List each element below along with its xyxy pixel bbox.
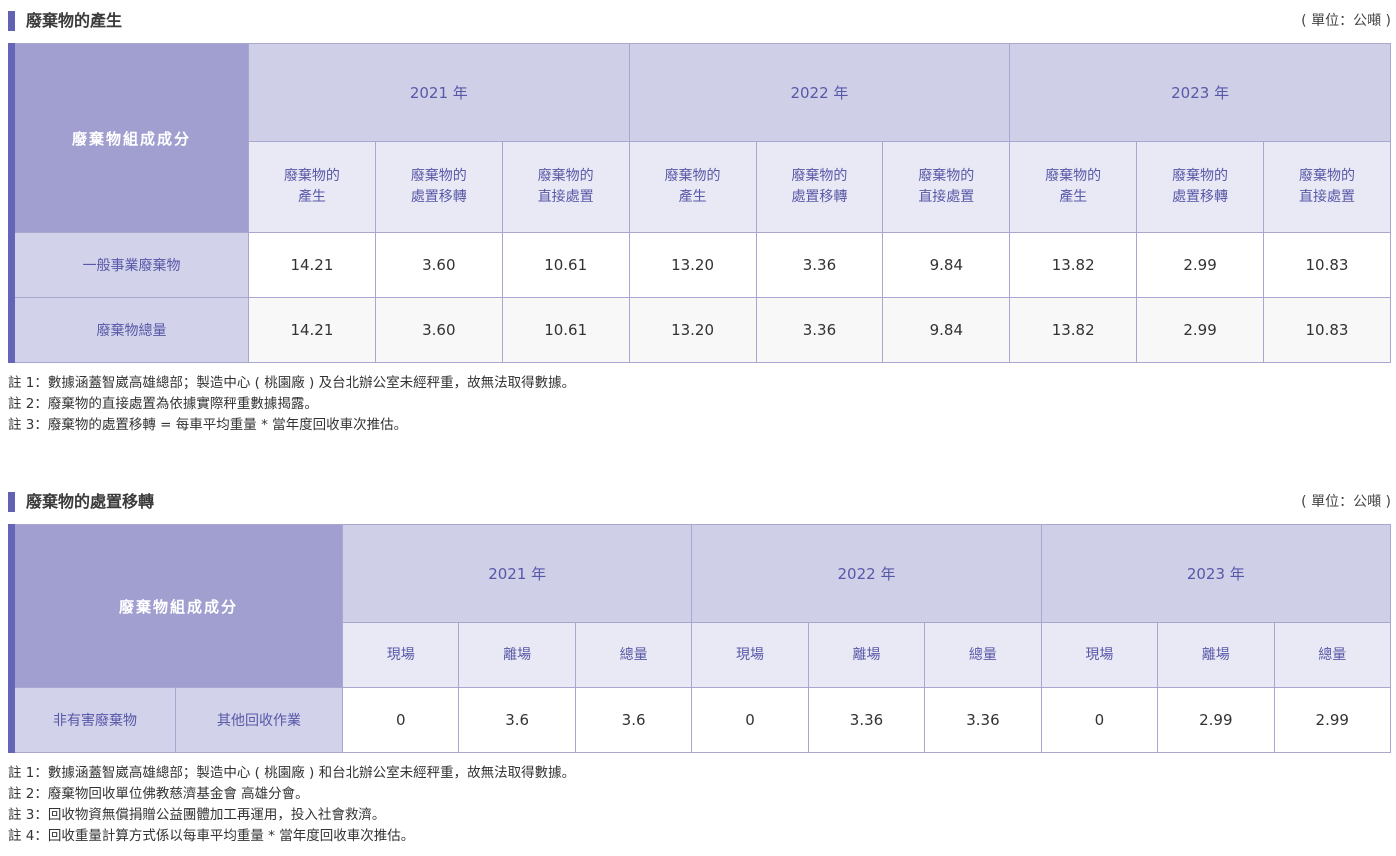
table-cell: 10.83 <box>1263 297 1391 363</box>
note: 註 2：廢棄物的直接處置為依據實際秤重數據揭露。 <box>8 396 318 412</box>
subheader-direct-disposal: 廢棄物的 直接處置 <box>882 141 1011 233</box>
year-header-2022: 2022 年 <box>691 524 1042 623</box>
subheader-onsite: 現場 <box>1040 622 1159 688</box>
section-header: 廢棄物的產生 ( 單位：公噸 ) <box>8 9 1391 33</box>
year-header-2023: 2023 年 <box>1040 524 1392 623</box>
subheader-generation: 廢棄物的 產生 <box>248 141 376 233</box>
table-cell: 13.20 <box>628 297 757 363</box>
table-cell: 9.84 <box>882 232 1011 298</box>
unit-label: ( 單位：公噸 ) <box>1301 494 1391 510</box>
table-cell: 3.36 <box>807 687 926 753</box>
note: 註 1：數據涵蓋智崴高雄總部；製造中心 ( 桃園廠 ) 和台北辦公室未經秤重，故… <box>8 765 576 781</box>
table-cell: 2.99 <box>1136 232 1264 298</box>
subheader-total: 總量 <box>574 622 693 688</box>
year-header-2022: 2022 年 <box>628 43 1011 142</box>
waste-generation-section: 廢棄物的產生 ( 單位：公噸 ) 廢棄物組成成分 2021 年 2022 年 2… <box>8 9 1391 436</box>
table-cell: 0 <box>1040 687 1159 753</box>
note: 註 2：廢棄物回收單位佛教慈濟基金會 高雄分會。 <box>8 786 309 802</box>
table-cell: 2.99 <box>1136 297 1264 363</box>
table-cell: 3.36 <box>755 297 884 363</box>
table-cell: 13.82 <box>1009 297 1138 363</box>
section-title: 廢棄物的產生 <box>8 9 122 33</box>
section-title: 廢棄物的處置移轉 <box>8 490 154 514</box>
table-row: 非有害廢棄物 其他回收作業 0 3.6 3.6 0 3.36 3.36 0 2.… <box>11 687 1392 753</box>
waste-transfer-table: 廢棄物組成成分 2021 年 2022 年 2023 年 現場 離場 總量 現場… <box>8 524 1392 753</box>
table-cell: 0 <box>342 687 460 753</box>
table-row: 廢棄物總量 14.21 3.60 10.61 13.20 3.36 9.84 1… <box>11 297 1391 363</box>
subheader-transfer: 廢棄物的 處置移轉 <box>755 141 884 233</box>
table-cell: 2.99 <box>1157 687 1275 753</box>
subheader-transfer: 廢棄物的 處置移轉 <box>1136 141 1264 233</box>
notes: 註 1：數據涵蓋智崴高雄總部；製造中心 ( 桃園廠 ) 和台北辦公室未經秤重，故… <box>8 763 1391 847</box>
year-header-2021: 2021 年 <box>248 43 630 142</box>
subheader-transfer: 廢棄物的 處置移轉 <box>374 141 503 233</box>
note: 註 1：數據涵蓋智崴高雄總部；製造中心 ( 桃園廠 ) 及台北辦公室未經秤重，故… <box>8 375 576 391</box>
row-category: 非有害廢棄物 <box>11 687 176 753</box>
table-cell: 3.60 <box>374 232 503 298</box>
note: 註 4：回收重量計算方式係以每車平均重量 * 當年度回收車次推估。 <box>8 828 415 844</box>
subheader-total: 總量 <box>1273 622 1392 688</box>
section-header: 廢棄物的處置移轉 ( 單位：公噸 ) <box>8 490 1391 514</box>
note: 註 3：回收物資無償捐贈公益團體加工再運用，投入社會救濟。 <box>8 807 386 823</box>
subheader-offsite: 離場 <box>1157 622 1275 688</box>
waste-generation-table: 廢棄物組成成分 2021 年 2022 年 2023 年 廢棄物的 產生 廢棄物的… <box>8 43 1391 363</box>
row-type: 其他回收作業 <box>174 687 344 753</box>
notes: 註 1：數據涵蓋智崴高雄總部；製造中心 ( 桃園廠 ) 及台北辦公室未經秤重，故… <box>8 373 1391 436</box>
table-cell: 10.61 <box>501 297 630 363</box>
row-label: 廢棄物總量 <box>11 297 249 363</box>
table-cell: 3.6 <box>458 687 576 753</box>
subheader-onsite: 現場 <box>342 622 460 688</box>
subheader-direct-disposal: 廢棄物的 直接處置 <box>1263 141 1391 233</box>
table-cell: 3.36 <box>755 232 884 298</box>
subheader-onsite: 現場 <box>691 622 809 688</box>
table-cell: 0 <box>691 687 809 753</box>
note: 註 3：廢棄物的處置移轉 = 每車平均重量 * 當年度回收車次推估。 <box>8 417 408 433</box>
table-row: 一般事業廢棄物 14.21 3.60 10.61 13.20 3.36 9.84… <box>11 232 1391 298</box>
subheader-generation: 廢棄物的 產生 <box>628 141 757 233</box>
year-header-2023: 2023 年 <box>1009 43 1391 142</box>
subheader-direct-disposal: 廢棄物的 直接處置 <box>501 141 630 233</box>
table-cell: 3.60 <box>374 297 503 363</box>
year-header-2021: 2021 年 <box>342 524 693 623</box>
table-cell: 3.36 <box>924 687 1042 753</box>
table-cell: 13.82 <box>1009 232 1138 298</box>
table-cell: 2.99 <box>1273 687 1392 753</box>
waste-transfer-section: 廢棄物的處置移轉 ( 單位：公噸 ) 廢棄物組成成分 2021 年 2022 年… <box>8 490 1392 847</box>
table-cell: 13.20 <box>628 232 757 298</box>
row-label: 一般事業廢棄物 <box>11 232 249 298</box>
table-cell: 10.61 <box>501 232 630 298</box>
table-cell: 3.6 <box>574 687 693 753</box>
subheader-generation: 廢棄物的 產生 <box>1009 141 1138 233</box>
unit-label: ( 單位：公噸 ) <box>1301 13 1391 29</box>
subheader-offsite: 離場 <box>807 622 926 688</box>
table-cell: 14.21 <box>248 232 376 298</box>
table-cell: 10.83 <box>1263 232 1391 298</box>
table-cell: 14.21 <box>248 297 376 363</box>
table-cell: 9.84 <box>882 297 1011 363</box>
corner-header: 廢棄物組成成分 <box>10 524 344 688</box>
subheader-offsite: 離場 <box>458 622 576 688</box>
corner-header: 廢棄物組成成分 <box>11 43 249 233</box>
subheader-total: 總量 <box>924 622 1042 688</box>
